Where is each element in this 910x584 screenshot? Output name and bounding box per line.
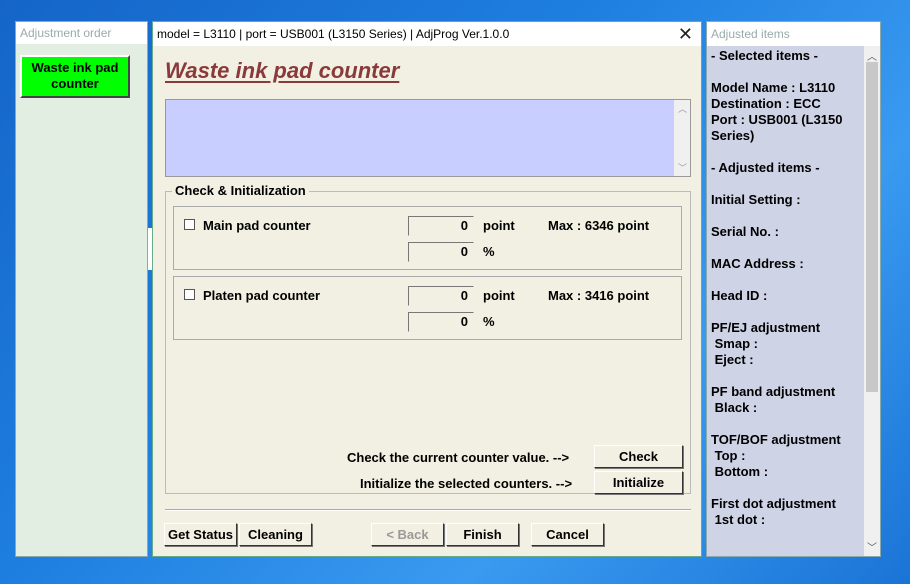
adjusted-item-line: PF band adjustment [711, 384, 836, 399]
platen-pad-percent-value: 0 [408, 312, 474, 332]
adjusted-item-line: Model Name : L3110 [711, 80, 836, 95]
adjusted-item-line: TOF/BOF adjustment [711, 432, 841, 447]
initialize-instruction: Initialize the selected counters. --> [360, 476, 573, 491]
main-dialog: model = L3110 | port = USB001 (L3150 Ser… [152, 21, 702, 557]
adjusted-item-line: Head ID : [711, 288, 768, 303]
adjusted-item-line: Destination : ECC [711, 96, 821, 111]
adjusted-item-line: Serial No. : [711, 224, 779, 239]
adjusted-item-line [711, 240, 861, 256]
platen-pad-counter-box: Platen pad counter 0 point Max : 3416 po… [173, 276, 682, 340]
adjusted-item-line [711, 64, 861, 80]
dialog-titlebar: model = L3110 | port = USB001 (L3150 Ser… [153, 22, 701, 46]
page-title: Waste ink pad counter [165, 58, 400, 83]
platen-pad-percent-unit: % [483, 314, 495, 329]
check-instruction: Check the current counter value. --> [347, 450, 570, 465]
main-pad-counter-box: Main pad counter 0 point Max : 6346 poin… [173, 206, 682, 270]
adjusted-item-line: First dot adjustment [711, 496, 836, 511]
adjusted-item-line: Port : USB001 (L3150 Series) [711, 112, 847, 143]
group-label: Check & Initialization [172, 183, 309, 198]
adjusted-item-line [711, 208, 861, 224]
adjusted-item-line [711, 368, 861, 384]
cleaning-button[interactable]: Cleaning [239, 523, 312, 546]
scroll-down-icon[interactable]: ﹀ [867, 539, 877, 554]
adjusted-item-line: MAC Address : [711, 256, 804, 271]
main-pad-label: Main pad counter [203, 218, 311, 233]
initialize-button[interactable]: Initialize [594, 471, 683, 494]
platen-pad-label: Platen pad counter [203, 288, 321, 303]
close-icon[interactable]: ✕ [678, 22, 693, 46]
adjusted-item-line: - Adjusted items - [711, 160, 820, 175]
cancel-button[interactable]: Cancel [531, 523, 604, 546]
main-pad-point-value: 0 [408, 216, 474, 236]
adjusted-item-line: PF/EJ adjustment [711, 320, 821, 335]
adjusted-item-line [711, 480, 861, 496]
message-textarea[interactable]: ︿ ﹀ [165, 99, 691, 177]
platen-pad-point-value: 0 [408, 286, 474, 306]
back-button[interactable]: < Back [371, 523, 444, 546]
main-pad-max: Max : 6346 point [548, 218, 650, 233]
get-status-button[interactable]: Get Status [164, 523, 237, 546]
message-scrollbar[interactable]: ︿ ﹀ [674, 100, 690, 176]
footer-divider [165, 509, 691, 511]
platen-pad-max: Max : 3416 point [548, 288, 650, 303]
adjusted-items-scrollbar[interactable]: ︿ ﹀ [864, 46, 880, 556]
adjusted-item-line: Top : [711, 448, 746, 463]
check-initialization-group: Check & Initialization Main pad counter … [165, 183, 691, 494]
main-pad-percent-unit: % [483, 244, 495, 259]
adjusted-item-line: - Selected items - [711, 48, 818, 63]
adjusted-item-line: Bottom : [711, 464, 769, 479]
adjusted-items-title: Adjusted items [707, 22, 880, 46]
adjusted-item-line [711, 144, 861, 160]
adjusted-item-line: Smap : [711, 336, 758, 351]
main-pad-point-unit: point [483, 218, 515, 233]
adjusted-item-line: Initial Setting : [711, 192, 801, 207]
adjustment-order-title: Adjustment order [16, 22, 147, 44]
adjusted-item-line [711, 304, 861, 320]
adjusted-item-line: 1st dot : [711, 512, 766, 527]
platen-pad-checkbox[interactable] [184, 289, 195, 300]
adjusted-item-line: Eject : [711, 352, 754, 367]
check-button[interactable]: Check [594, 445, 683, 468]
adjusted-item-line [711, 272, 861, 288]
adjusted-items-list: - Selected items - Model Name : L3110 Dest… [707, 46, 865, 556]
dialog-title: model = L3110 | port = USB001 (L3150 Ser… [157, 27, 510, 41]
adjusted-item-line: Black : [711, 400, 758, 415]
finish-button[interactable]: Finish [446, 523, 519, 546]
waste-ink-pad-counter-button[interactable]: Waste ink pad counter [20, 55, 130, 98]
adjusted-items-window: Adjusted items - Selected items - Model N… [706, 21, 881, 557]
main-pad-checkbox[interactable] [184, 219, 195, 230]
scroll-up-icon[interactable]: ︿ [867, 48, 877, 63]
platen-pad-point-unit: point [483, 288, 515, 303]
scroll-down-icon[interactable]: ﹀ [678, 161, 687, 174]
adjusted-item-line [711, 416, 861, 432]
adjustment-order-window: Adjustment order Waste ink pad counter [15, 21, 148, 557]
main-pad-percent-value: 0 [408, 242, 474, 262]
scrollbar-thumb[interactable] [866, 62, 878, 392]
scroll-up-icon[interactable]: ︿ [678, 102, 687, 115]
adjusted-item-line [711, 176, 861, 192]
